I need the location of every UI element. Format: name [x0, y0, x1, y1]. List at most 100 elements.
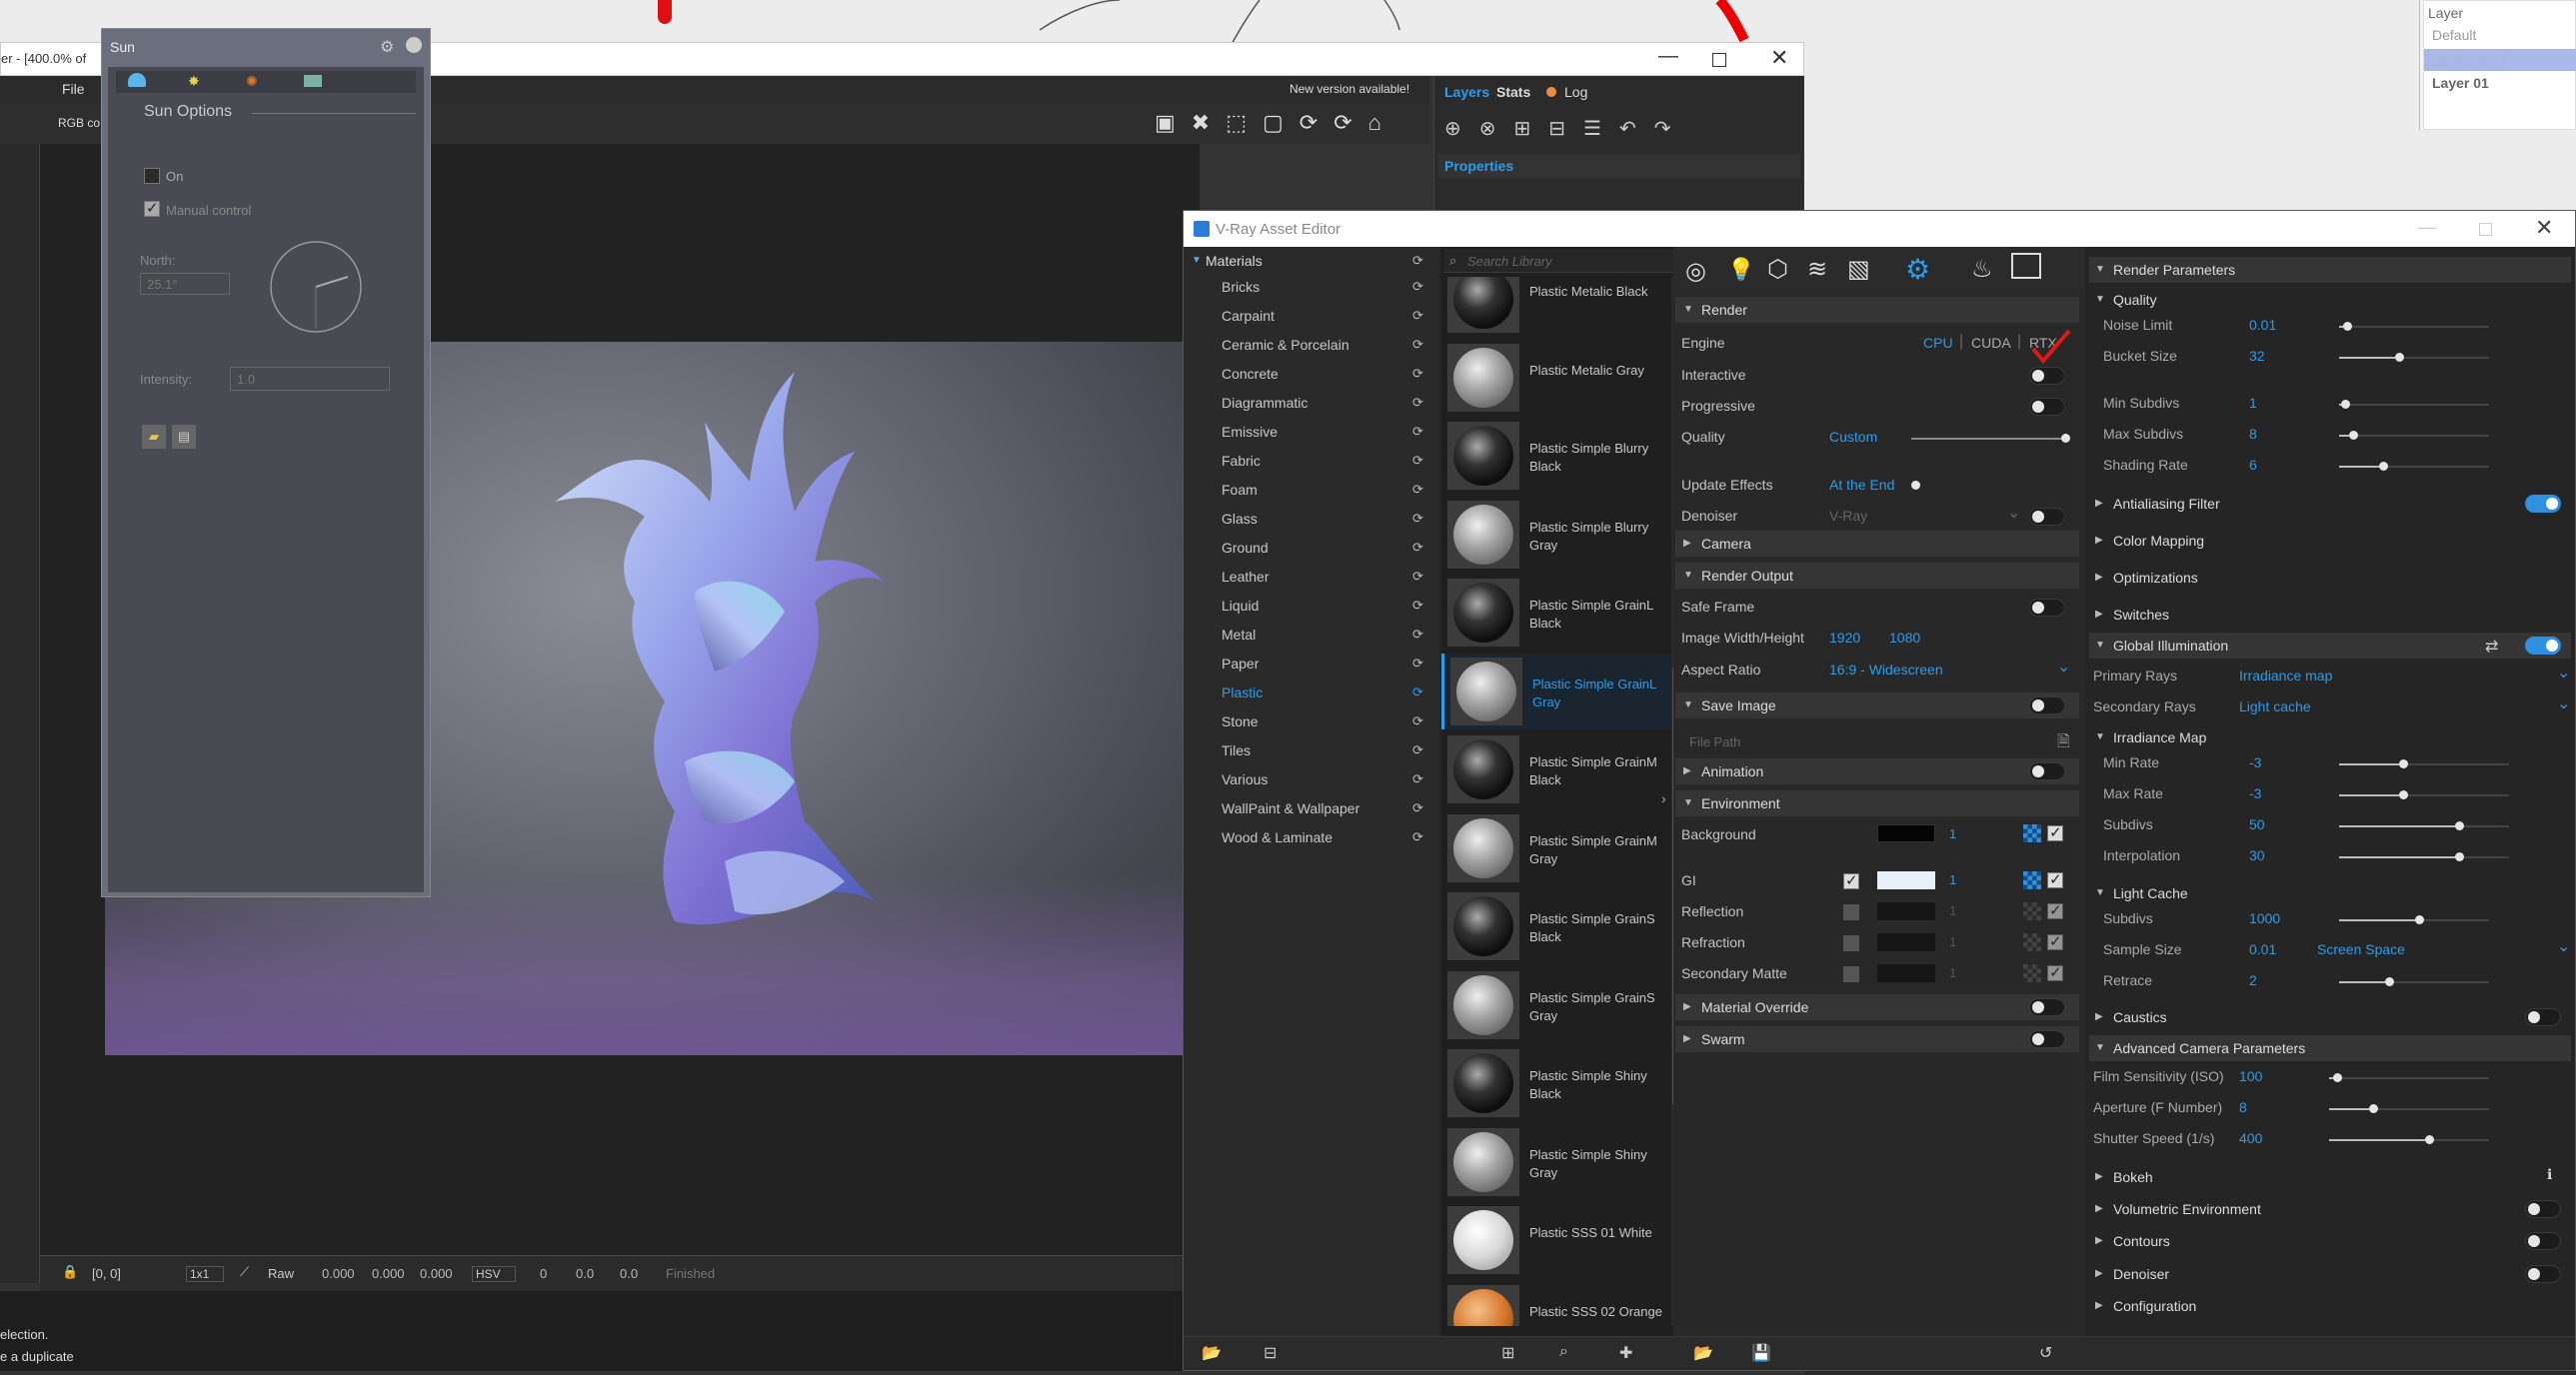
- safe-frame-toggle[interactable]: [2029, 599, 2065, 617]
- color-mapping-section[interactable]: ▶ Color Mapping: [2089, 528, 2571, 554]
- add-asset-icon[interactable]: ✚: [1619, 1343, 1632, 1363]
- irradiance-map-section[interactable]: ▼ Irradiance Map: [2089, 724, 2571, 750]
- library-item[interactable]: Plastic Simple Blurry Gray: [1441, 497, 1671, 573]
- library-item[interactable]: Plastic Simple GrainL Gray: [1441, 653, 1671, 729]
- colorspace-select[interactable]: HSV: [472, 1266, 516, 1282]
- category-item[interactable]: Glass ⟳: [1184, 507, 1439, 533]
- gi-enable-checkbox[interactable]: [2047, 870, 2063, 888]
- advanced-camera-section[interactable]: ▼ Advanced Camera Parameters: [2089, 1035, 2571, 1061]
- light-tab-icon[interactable]: ✺: [246, 73, 258, 90]
- load-preset-icon[interactable]: ▰: [142, 425, 166, 449]
- load-settings-icon[interactable]: 📂: [1693, 1343, 1713, 1363]
- caustics-section-toggle[interactable]: [2525, 1008, 2561, 1026]
- gi-override-checkbox[interactable]: [1843, 871, 1859, 889]
- gi-section-toggle[interactable]: [2525, 637, 2561, 655]
- category-item[interactable]: Various ⟳: [1184, 767, 1439, 793]
- library-item[interactable]: Plastic Simple GrainS Black: [1441, 888, 1671, 964]
- secondary-rays-value[interactable]: Light cache: [2239, 698, 2311, 714]
- sun-tab-icon[interactable]: ✸: [188, 73, 200, 90]
- secondary-matte-multiplier[interactable]: 1: [1949, 965, 1956, 980]
- open-file-icon[interactable]: 📂: [1202, 1343, 1222, 1363]
- shutter-speed-slider[interactable]: [2329, 1135, 2489, 1144]
- bucket-size-slider[interactable]: [2339, 353, 2489, 362]
- sample-space-dropdown-icon[interactable]: ⌄: [2557, 936, 2570, 956]
- swarm-section-toggle[interactable]: [2029, 1030, 2065, 1048]
- denoiser-dropdown-icon[interactable]: ⌄: [2007, 503, 2020, 523]
- quality-value[interactable]: Custom: [1829, 429, 1877, 445]
- layer-01[interactable]: Layer 01: [2432, 75, 2489, 91]
- textures-tab-icon[interactable]: ▧: [1847, 255, 1870, 284]
- category-refresh-icon[interactable]: ⟳: [1412, 308, 1423, 324]
- category-refresh-icon[interactable]: ⟳: [1412, 800, 1423, 816]
- grid-view-icon[interactable]: ⊞: [1501, 1343, 1514, 1363]
- animation-section[interactable]: ▶ Animation: [1675, 758, 2079, 784]
- save-image-section[interactable]: ▼ Save Image: [1675, 692, 2079, 718]
- category-refresh-icon[interactable]: ⟳: [1412, 713, 1423, 729]
- category-refresh-icon[interactable]: ⟳: [1412, 453, 1423, 469]
- category-item[interactable]: Plastic ⟳: [1184, 681, 1439, 706]
- ground-tab-icon[interactable]: [304, 75, 322, 87]
- camera-section[interactable]: ▶ Camera: [1675, 531, 2079, 557]
- material-override-section-toggle[interactable]: [2029, 998, 2065, 1016]
- engine-cuda[interactable]: CUDA: [1971, 335, 2011, 351]
- save-preset-icon[interactable]: ▤: [172, 425, 196, 449]
- category-refresh-icon[interactable]: ⟳: [1412, 366, 1423, 382]
- library-item[interactable]: Plastic Metalic Black: [1441, 277, 1671, 337]
- optimizations-section[interactable]: ▶ Optimizations: [2089, 565, 2571, 591]
- progressive-toggle[interactable]: [2029, 398, 2065, 416]
- gi-multiplier[interactable]: 1: [1949, 872, 1956, 887]
- category-refresh-icon[interactable]: ⟳: [1412, 540, 1423, 556]
- engine-cpu[interactable]: CPU: [1923, 335, 1953, 351]
- frame-buffer-icon[interactable]: [2011, 253, 2041, 279]
- shading-rate-value[interactable]: 6: [2249, 457, 2257, 473]
- library-item[interactable]: Plastic Simple GrainM Black: [1441, 731, 1671, 807]
- category-refresh-icon[interactable]: ⟳: [1412, 511, 1423, 527]
- category-refresh-icon[interactable]: ⟳: [1412, 482, 1423, 498]
- library-item[interactable]: Plastic SSS 01 White: [1441, 1202, 1671, 1278]
- secondary-matte-override-checkbox[interactable]: [1843, 966, 1859, 982]
- category-refresh-icon[interactable]: ⟳: [1412, 685, 1423, 700]
- materials-refresh-icon[interactable]: ⟳: [1412, 253, 1423, 269]
- lc-subdivs-slider[interactable]: [2339, 915, 2489, 924]
- library-item[interactable]: Plastic Simple GrainL Black: [1441, 575, 1671, 651]
- min-subdivs-slider[interactable]: [2339, 400, 2489, 409]
- ratio-select[interactable]: 1x1: [186, 1266, 225, 1282]
- library-search[interactable]: ⌕ Search Library: [1443, 249, 1679, 273]
- sample-size-value[interactable]: 0.01: [2249, 941, 2276, 957]
- library-item[interactable]: Plastic Simple GrainM Gray: [1441, 810, 1671, 886]
- library-item[interactable]: Plastic Simple Blurry Black: [1441, 418, 1671, 494]
- interpolation-slider[interactable]: [2339, 852, 2509, 861]
- category-refresh-icon[interactable]: ⟳: [1412, 829, 1423, 845]
- library-item[interactable]: Plastic Metalic Gray: [1441, 340, 1671, 416]
- category-refresh-icon[interactable]: ⟳: [1412, 656, 1423, 672]
- quality-slider[interactable]: [1911, 434, 2070, 443]
- max-rate-value[interactable]: -3: [2249, 785, 2261, 801]
- reflection-multiplier[interactable]: 1: [1949, 903, 1956, 918]
- min-rate-value[interactable]: -3: [2249, 754, 2261, 770]
- update-effects-knob[interactable]: [1911, 481, 1920, 490]
- minimize-button[interactable]: —: [1658, 45, 1678, 68]
- update-effects-value[interactable]: At the End: [1829, 477, 1894, 493]
- im-subdivs-slider[interactable]: [2339, 821, 2509, 830]
- image-width[interactable]: 1920: [1829, 630, 1860, 646]
- secondary-rays-dropdown-icon[interactable]: ⌄: [2557, 693, 2570, 713]
- bokeh-section[interactable]: ▶ Bokeh: [2089, 1164, 2571, 1190]
- category-item[interactable]: Carpaint ⟳: [1184, 304, 1439, 330]
- file-menu[interactable]: File: [62, 81, 85, 97]
- secondary-matte-color-swatch[interactable]: [1877, 964, 1935, 982]
- reflection-color-swatch[interactable]: [1877, 902, 1935, 920]
- material-override-section[interactable]: ▶ Material Override: [1675, 994, 2079, 1020]
- contours-section-toggle[interactable]: [2525, 1232, 2561, 1250]
- aperture-slider[interactable]: [2329, 1104, 2489, 1113]
- save-settings-icon[interactable]: 💾: [1751, 1343, 1771, 1363]
- image-height[interactable]: 1080: [1889, 630, 1920, 646]
- category-refresh-icon[interactable]: ⟳: [1412, 424, 1423, 440]
- reflection-texture-slot[interactable]: [2023, 902, 2041, 920]
- film-sensitivity-slider[interactable]: [2329, 1073, 2489, 1082]
- ae-maximize-button[interactable]: [2479, 223, 2492, 236]
- reflection-override-checkbox[interactable]: [1843, 904, 1859, 920]
- layout-icon[interactable]: ⊟: [1264, 1343, 1277, 1363]
- category-refresh-icon[interactable]: ⟳: [1412, 771, 1423, 787]
- switches-section[interactable]: ▶ Switches: [2089, 602, 2571, 628]
- aa-filter-section-toggle[interactable]: [2525, 495, 2561, 513]
